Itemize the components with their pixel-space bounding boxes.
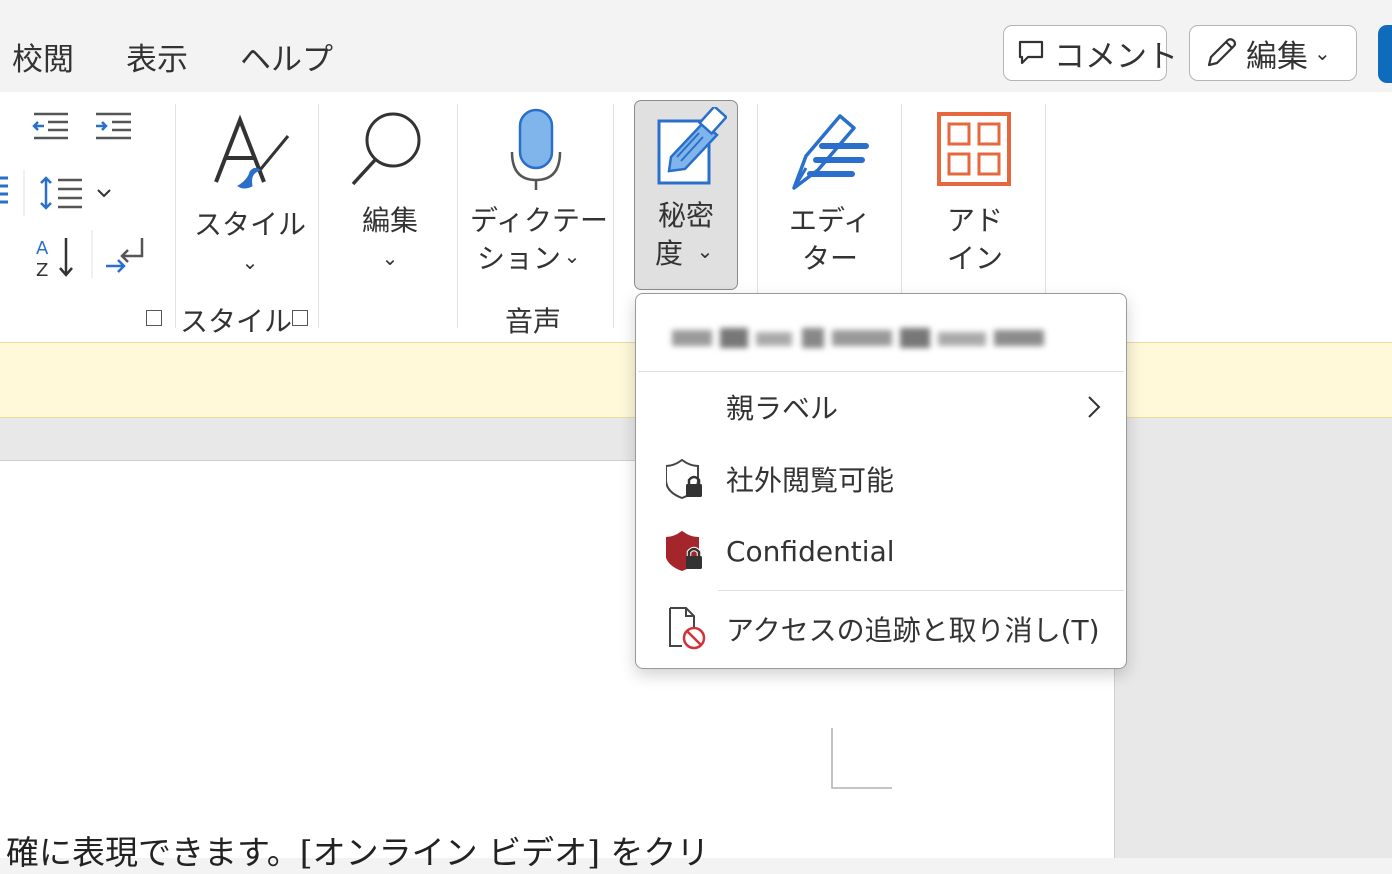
menu-item-label: アクセスの追跡と取り消し(T) <box>726 614 1100 647</box>
paragraph-group: A Z <box>0 112 144 281</box>
line-spacing-icon <box>40 176 111 210</box>
sensitivity-label-line2: 度 <box>654 237 683 270</box>
styles-group-label: スタイル <box>180 305 293 338</box>
tab-view[interactable]: 表示 <box>126 34 188 79</box>
group-separator <box>613 104 614 328</box>
redacted-current-label <box>672 328 1044 348</box>
chevron-down-icon: ⌄ <box>241 250 259 274</box>
tab-help[interactable]: ヘルプ <box>240 34 333 79</box>
chevron-down-icon: ⌄ <box>696 239 714 263</box>
menu-item-parent-label[interactable]: 親ラベル <box>636 374 1126 440</box>
addins-label-line1: アド <box>946 204 1003 237</box>
editor-label-line2: ター <box>801 242 858 275</box>
decrease-indent-icon <box>32 112 68 140</box>
comment-icon <box>1018 40 1044 65</box>
styles-button-label: スタイル <box>193 208 306 241</box>
styles-button[interactable]: スタイル ⌄ <box>190 106 310 296</box>
formatting-marks-icon <box>106 238 144 273</box>
menu-item-confidential[interactable]: Confidential <box>636 518 1126 584</box>
editing-button[interactable]: 編集 ⌄ <box>335 106 445 286</box>
menu-item-track-revoke-access[interactable]: アクセスの追跡と取り消し(T) <box>636 596 1126 662</box>
comment-button[interactable]: コメント <box>1003 25 1178 81</box>
voice-group-label: 音声 <box>505 305 562 338</box>
search-icon <box>351 112 421 186</box>
page-corner-mark <box>831 728 892 789</box>
menu-item-label: 社外閲覧可能 <box>726 464 895 497</box>
comment-button-label: コメント <box>1054 38 1178 75</box>
addins-label-line2: イン <box>946 242 1003 275</box>
paragraph-dialog-launcher-icon[interactable] <box>146 310 162 326</box>
editor-button[interactable]: エディ ター <box>770 106 890 286</box>
sensitivity-label-line1: 秘密 <box>657 199 714 232</box>
group-separator <box>175 104 176 328</box>
chevron-right-icon <box>1088 396 1101 418</box>
addins-grid-icon <box>937 112 1011 186</box>
menu-separator <box>718 590 1124 591</box>
chevron-down-icon: ⌄ <box>381 246 399 270</box>
menu-item-external-viewable[interactable]: 社外閲覧可能 <box>636 446 1126 512</box>
share-button[interactable] <box>1378 25 1392 83</box>
editing-mode-button[interactable]: 編集 ⌄ <box>1189 25 1357 81</box>
editing-mode-label: 編集 <box>1246 38 1308 75</box>
styles-dialog-launcher-icon[interactable] <box>292 310 308 326</box>
dictate-label-line1: ディクテー <box>470 204 609 237</box>
menu-item-label: 親ラベル <box>726 392 839 425</box>
group-separator <box>457 104 458 328</box>
editor-pen-icon <box>792 114 869 190</box>
svg-text:A: A <box>36 238 49 259</box>
sensitivity-menu: 親ラベル 社外閲覧可能 Confidential アクセスの追跡と取り消し(T) <box>635 293 1127 669</box>
styles-brush-icon <box>214 114 290 189</box>
dictate-label-line2: ション <box>476 242 561 275</box>
shield-lock-red-icon <box>666 530 702 572</box>
chevron-down-icon: ⌄ <box>1314 41 1331 65</box>
svg-text:Z: Z <box>36 260 48 281</box>
addins-button[interactable]: アド イン <box>915 106 1035 286</box>
menu-separator <box>638 371 1124 372</box>
sensitivity-button[interactable]: 秘密 度 ⌄ <box>634 100 738 290</box>
editing-button-label: 編集 <box>361 204 418 237</box>
dictate-button[interactable]: ディクテー ション ⌄ <box>470 106 609 286</box>
chevron-down-icon: ⌄ <box>563 244 581 268</box>
sort-icon: A Z <box>36 238 73 281</box>
menu-item-label: Confidential <box>726 534 895 568</box>
pencil-icon <box>1207 38 1237 67</box>
shield-lock-outline-icon <box>666 458 702 500</box>
document-text[interactable]: 確に表現できます。[オンライン ビデオ] をクリ <box>6 826 709 874</box>
microphone-icon <box>510 108 562 190</box>
justify-icon <box>0 176 8 204</box>
increase-indent-icon <box>96 112 131 140</box>
tab-review[interactable]: 校閲 <box>12 34 74 79</box>
ribbon-tab-bar: 校閲 表示 ヘルプ コメント 編集 ⌄ <box>0 0 1392 92</box>
editor-label-line1: エディ <box>788 204 872 237</box>
document-blocked-icon <box>669 607 706 650</box>
group-separator <box>318 104 319 328</box>
sensitivity-label-icon <box>657 107 727 185</box>
